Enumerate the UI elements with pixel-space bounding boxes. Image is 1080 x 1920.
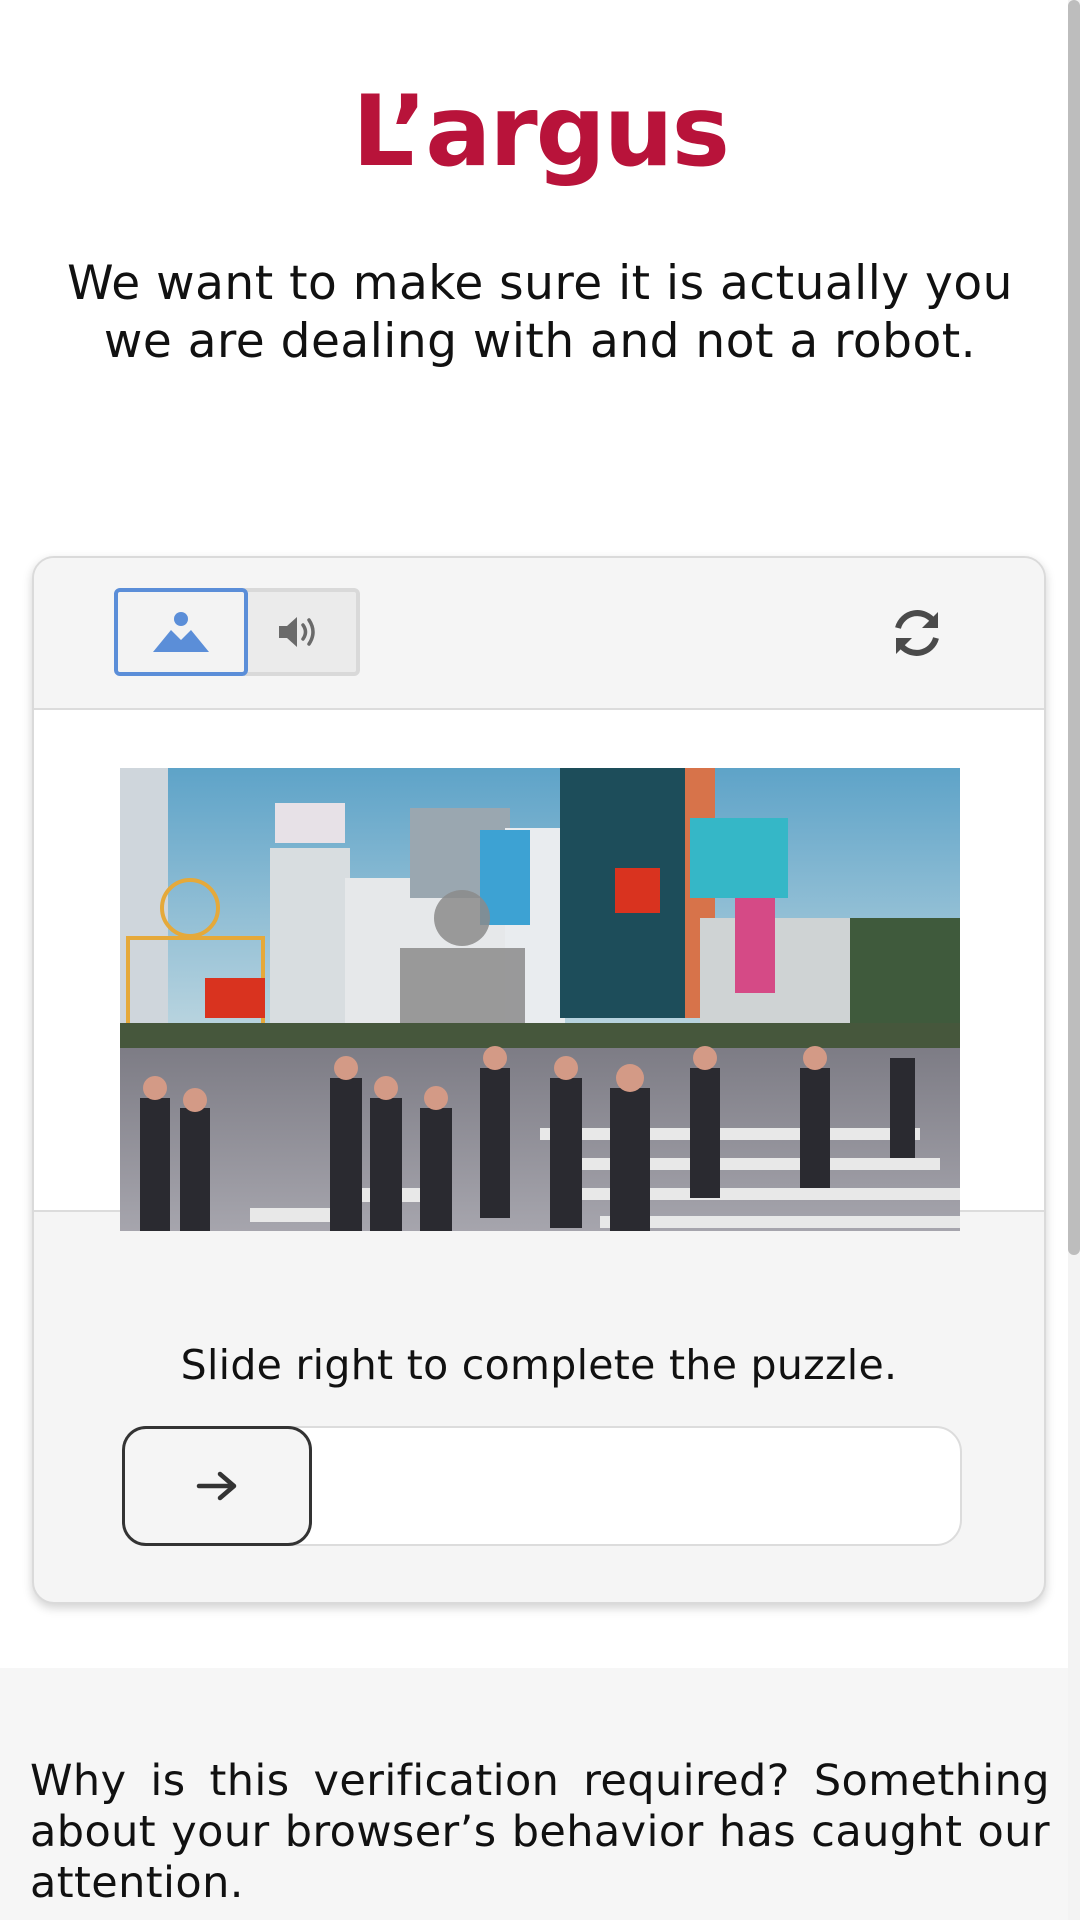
instruction-text: Slide right to complete the puzzle.: [180, 1341, 898, 1389]
intro-text: We want to make sure it is actually you …: [67, 256, 1013, 369]
arrow-right-icon: [196, 1471, 237, 1501]
image-icon: [153, 612, 209, 652]
audio-challenge-button[interactable]: [244, 588, 360, 676]
captcha-header: [34, 558, 1044, 710]
image-challenge-button[interactable]: [114, 588, 248, 676]
captcha-widget: Slide right to complete the puzzle.: [32, 556, 1046, 1604]
puzzle-area: [34, 710, 1044, 1231]
slider-handle[interactable]: [122, 1426, 312, 1546]
captcha-page: L’argus We want to make sure it is actua…: [0, 0, 1080, 1920]
refresh-button[interactable]: [882, 598, 952, 668]
speaker-icon: [279, 617, 315, 647]
challenge-mode-toggle: [114, 588, 360, 676]
brand-logo: L’argus: [352, 75, 730, 189]
verification-reason-text: Why is this verification required? Somet…: [30, 1756, 1050, 1908]
scrollbar[interactable]: [1068, 0, 1080, 1920]
puzzle-image: [120, 768, 960, 1231]
refresh-icon: [895, 610, 939, 656]
